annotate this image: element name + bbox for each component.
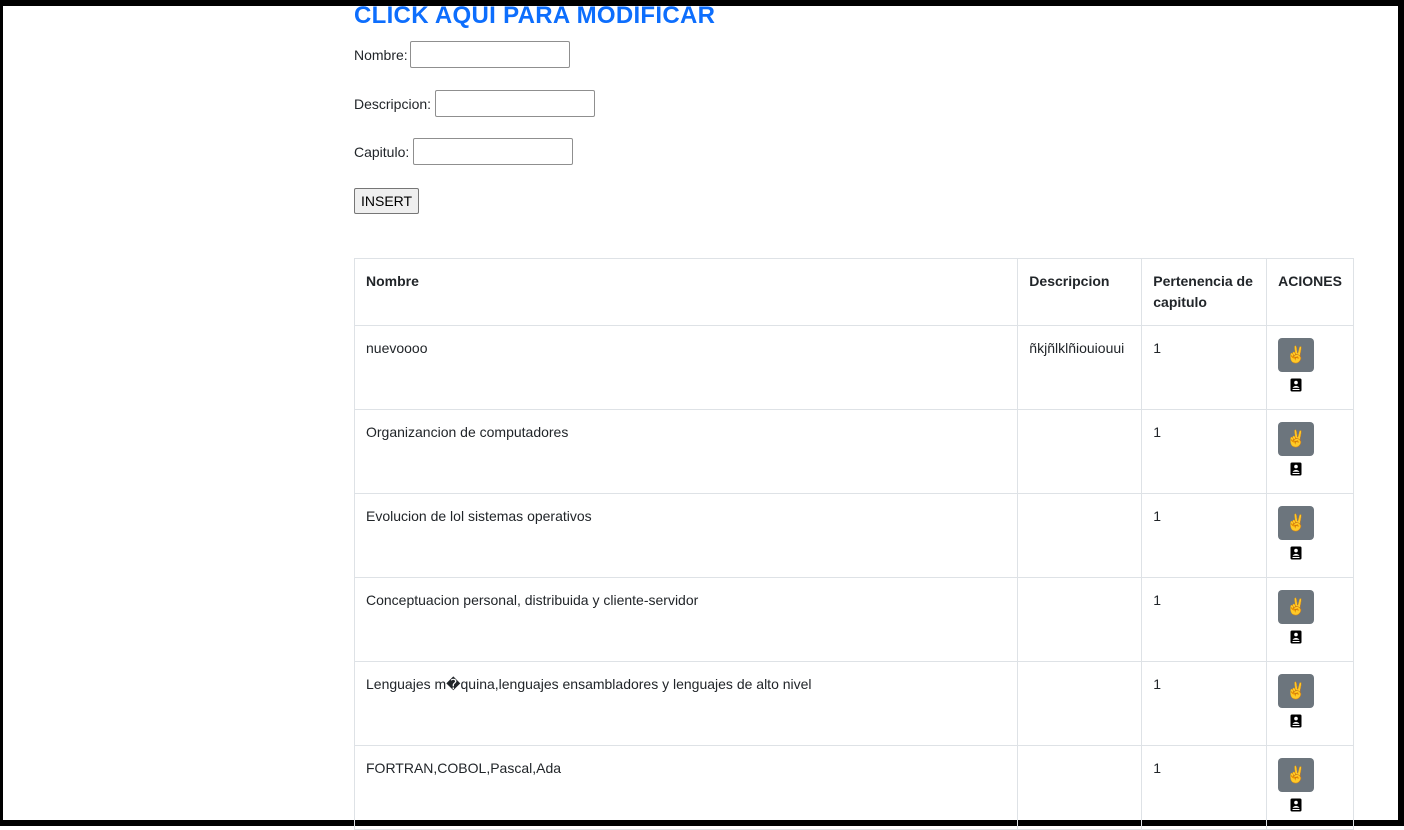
cell-descripcion	[1017, 577, 1143, 662]
edit-button[interactable]: ✌	[1278, 422, 1315, 456]
cell-acciones: ✌	[1266, 325, 1354, 410]
descripcion-input[interactable]	[435, 90, 596, 117]
header-descripcion: Descripcion	[1017, 258, 1143, 326]
header-capitulo: Pertenencia de capitulo	[1141, 258, 1268, 326]
window-frame-right	[1398, 0, 1404, 826]
cell-descripcion	[1017, 409, 1143, 494]
table-row: Lenguajes m�quina,lenguajes ensambladore…	[353, 661, 1354, 746]
cell-nombre: FORTRAN,COBOL,Pascal,Ada	[353, 745, 1019, 830]
cell-descripcion: ñkjñlklñiouiouui	[1017, 325, 1143, 410]
cell-capitulo: 1	[1141, 577, 1268, 662]
table-row: FORTRAN,COBOL,Pascal,Ada 1 ✌	[353, 745, 1354, 830]
capitulo-label: Capitulo:	[354, 143, 410, 160]
edit-button[interactable]: ✌	[1278, 590, 1315, 624]
capitulo-input[interactable]	[413, 138, 574, 165]
cell-descripcion	[1017, 493, 1143, 578]
table-header-row: Nombre Descripcion Pertenencia de capitu…	[353, 258, 1354, 326]
cell-acciones: ✌	[1266, 577, 1354, 662]
edit-button[interactable]: ✌	[1278, 506, 1315, 540]
document-user-icon[interactable]	[1289, 462, 1303, 476]
cell-nombre: Conceptuacion personal, distribuida y cl…	[353, 577, 1019, 662]
capitulo-row: Capitulo:	[354, 138, 574, 165]
victory-hand-icon: ✌	[1286, 767, 1307, 784]
document-user-icon[interactable]	[1289, 714, 1303, 728]
edit-button[interactable]: ✌	[1278, 758, 1315, 792]
cell-nombre: nuevoooo	[353, 325, 1019, 410]
victory-hand-icon: ✌	[1286, 515, 1307, 532]
cell-capitulo: 1	[1141, 661, 1268, 746]
cell-nombre: Lenguajes m�quina,lenguajes ensambladore…	[353, 661, 1019, 746]
cell-acciones: ✌	[1266, 661, 1354, 746]
nombre-input[interactable]	[409, 41, 570, 68]
cell-capitulo: 1	[1141, 745, 1268, 830]
insert-button[interactable]: INSERT	[354, 188, 420, 214]
modify-link[interactable]: CLICK AQUI PARA MODIFICAR	[354, 0, 715, 32]
document-user-icon[interactable]	[1289, 630, 1303, 644]
victory-hand-icon: ✌	[1286, 599, 1307, 616]
document-user-icon[interactable]	[1289, 546, 1303, 560]
header-nombre: Nombre	[353, 258, 1019, 326]
nombre-row: Nombre:	[354, 41, 570, 68]
document-user-icon[interactable]	[1289, 798, 1303, 812]
cell-capitulo: 1	[1141, 409, 1268, 494]
edit-button[interactable]: ✌	[1278, 338, 1315, 372]
nombre-label: Nombre:	[354, 46, 408, 63]
table-row: Organizancion de computadores 1 ✌	[353, 409, 1354, 494]
victory-hand-icon: ✌	[1286, 683, 1307, 700]
victory-hand-icon: ✌	[1286, 431, 1307, 448]
chapters-table: Nombre Descripcion Pertenencia de capitu…	[353, 258, 1354, 830]
cell-descripcion	[1017, 661, 1143, 746]
cell-capitulo: 1	[1141, 325, 1268, 410]
edit-button[interactable]: ✌	[1278, 674, 1315, 708]
descripcion-label: Descripcion:	[354, 95, 432, 112]
cell-descripcion	[1017, 745, 1143, 830]
table-row: Evolucion de lol sistemas operativos 1 ✌	[353, 493, 1354, 578]
cell-acciones: ✌	[1266, 409, 1354, 494]
window-frame-left	[0, 0, 3, 826]
descripcion-row: Descripcion:	[354, 90, 596, 117]
cell-acciones: ✌	[1266, 493, 1354, 578]
cell-nombre: Organizancion de computadores	[353, 409, 1019, 494]
table-row: Conceptuacion personal, distribuida y cl…	[353, 577, 1354, 662]
victory-hand-icon: ✌	[1286, 347, 1307, 364]
cell-capitulo: 1	[1141, 493, 1268, 578]
header-acciones: ACIONES	[1266, 258, 1354, 326]
table-row: nuevoooo ñkjñlklñiouiouui 1 ✌	[353, 325, 1354, 410]
document-user-icon[interactable]	[1289, 378, 1303, 392]
cell-nombre: Evolucion de lol sistemas operativos	[353, 493, 1019, 578]
cell-acciones: ✌	[1266, 745, 1354, 830]
